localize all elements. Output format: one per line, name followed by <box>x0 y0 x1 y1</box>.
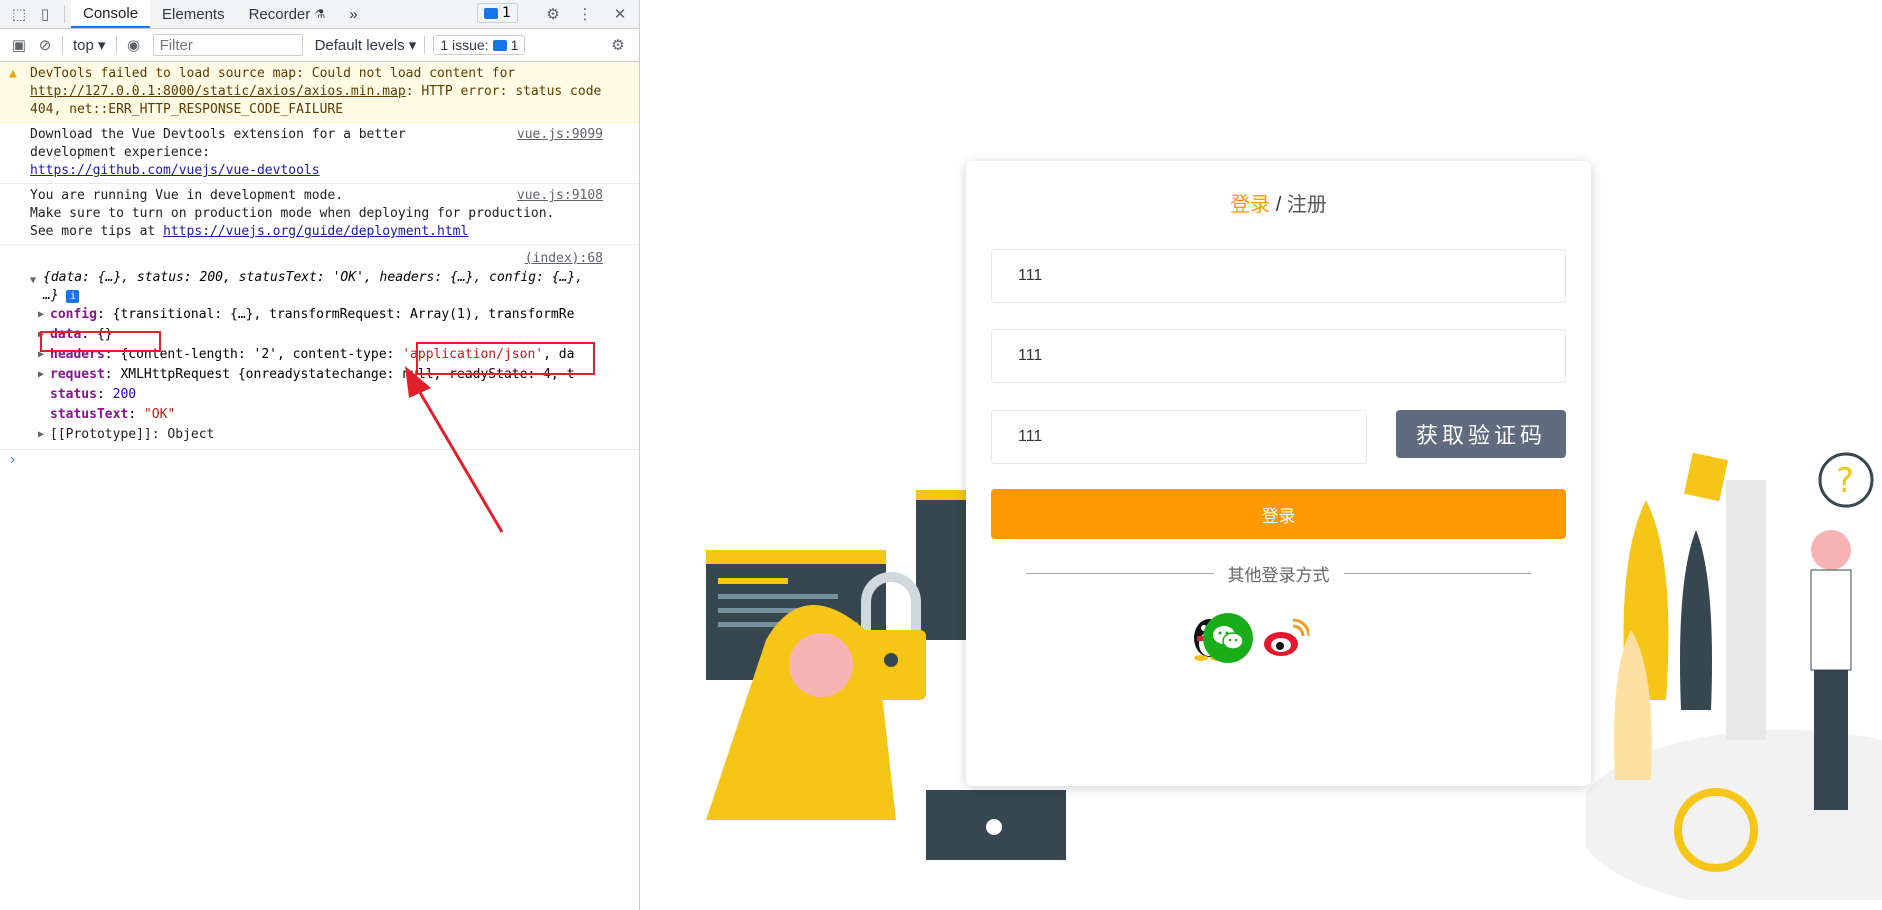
log-levels-select[interactable]: Default levels ▾ <box>315 36 417 54</box>
expand-triangle-icon: ▶ <box>38 309 45 320</box>
message-source-link[interactable]: vue.js:9099 <box>517 126 603 144</box>
live-expression-eye-icon[interactable]: ◉ <box>121 32 147 58</box>
message-icon <box>484 7 498 19</box>
login-button[interactable]: 登录 <box>991 489 1566 539</box>
tab-console[interactable]: Console <box>71 0 151 28</box>
login-card: 登录 / 注册 111 111 111 获取验证码 登录 其他登录方式 <box>966 161 1591 786</box>
tab-elements[interactable]: Elements <box>150 0 237 28</box>
password-field[interactable]: 111 <box>991 329 1566 383</box>
tree-row-status: status: 200 <box>50 387 137 402</box>
message-icon <box>492 39 507 51</box>
svg-text:?: ? <box>1836 461 1854 501</box>
expand-triangle-icon: ▶ <box>38 369 45 380</box>
tree-row-prototype[interactable]: ▶ [[Prototype]]: Object <box>38 425 620 445</box>
username-field[interactable]: 111 <box>991 249 1566 303</box>
weibo-login-icon[interactable] <box>1260 613 1310 663</box>
login-page: ? 登录 / 注册 111 111 111 获取验证码 登录 其他登录方式 <box>641 0 1882 910</box>
clear-console-icon[interactable]: ⊘ <box>32 32 58 58</box>
filter-input[interactable] <box>152 34 303 56</box>
tab-register[interactable]: 注册 <box>1287 194 1327 216</box>
context-select[interactable]: top ▾ <box>67 36 112 54</box>
kebab-menu-icon[interactable]: ⋮ <box>572 1 598 27</box>
device-toolbar-icon[interactable]: ▯ <box>32 1 58 27</box>
get-code-button[interactable]: 获取验证码 <box>1396 410 1566 458</box>
rocket-illustration: ? <box>1586 452 1882 900</box>
console-message-dev-mode: vue.js:9108 You are running Vue in devel… <box>0 184 639 245</box>
flask-icon: ⚗ <box>314 7 326 21</box>
vue-deployment-link[interactable]: https://vuejs.org/guide/deployment.html <box>163 224 468 239</box>
tab-login[interactable]: 登录 <box>1230 194 1270 216</box>
tab-recorder[interactable]: Recorder ⚗ <box>237 0 338 28</box>
annotation-arrow <box>405 366 504 533</box>
tree-row-statustext: statusText: "OK" <box>50 407 176 422</box>
messages-badge[interactable]: 1 <box>477 3 518 23</box>
console-toolbar: ▣ ⊘ top ▾ ◉ Default levels ▾ 1 issue:1 ⚙ <box>0 29 639 62</box>
annotation-box-data <box>40 331 161 352</box>
verification-code-field[interactable]: 111 <box>991 410 1367 464</box>
collapse-triangle-icon[interactable]: ▼ <box>30 272 36 290</box>
console-warning-message: ▲ DevTools failed to load source map: Co… <box>0 62 639 123</box>
message-source-link[interactable]: (index):68 <box>30 249 619 269</box>
devtools-panel: ⬚ ▯ Console Elements Recorder ⚗ » 1 ⚙ ⋮ … <box>0 0 640 910</box>
issues-button[interactable]: 1 issue: 1 <box>433 35 526 55</box>
tree-row-config[interactable]: ▶ config: {transitional: {…}, transformRe… <box>38 305 620 325</box>
more-tabs-button[interactable]: » <box>337 0 369 28</box>
source-map-link[interactable]: http://127.0.0.1:8000/static/axios/axios… <box>30 84 406 99</box>
expand-triangle-icon: ▶ <box>38 429 45 440</box>
warning-icon: ▲ <box>9 66 17 81</box>
settings-gear-icon[interactable]: ⚙ <box>540 1 566 27</box>
sidebar-toggle-icon[interactable]: ▣ <box>6 32 32 58</box>
devtools-main-toolbar: ⬚ ▯ Console Elements Recorder ⚗ » 1 ⚙ ⋮ … <box>0 0 639 29</box>
console-prompt[interactable]: › <box>0 450 639 470</box>
vue-devtools-link[interactable]: https://github.com/vuejs/vue-devtools <box>30 163 320 178</box>
info-icon: i <box>66 290 80 303</box>
console-settings-gear-icon[interactable]: ⚙ <box>605 32 631 58</box>
login-register-tabs: 登录 / 注册 <box>1230 194 1327 216</box>
console-message-vue-devtools: vue.js:9099 Download the Vue Devtools ex… <box>0 123 639 184</box>
wechat-login-icon[interactable] <box>1203 613 1253 663</box>
message-source-link[interactable]: vue.js:9108 <box>517 187 603 205</box>
close-devtools-icon[interactable]: ✕ <box>607 1 633 27</box>
other-login-divider: 其他登录方式 <box>1026 563 1531 585</box>
inspect-element-icon[interactable]: ⬚ <box>6 1 32 27</box>
